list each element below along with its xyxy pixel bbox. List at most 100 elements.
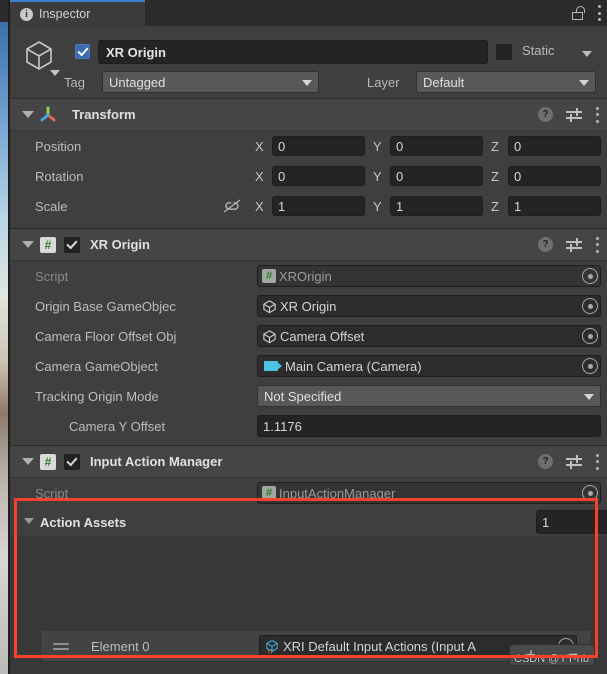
action-assets-size-input[interactable]: 1 bbox=[536, 510, 607, 534]
input-action-manager-header[interactable]: # Input Action Manager ? bbox=[10, 446, 607, 478]
gameobject-name-value: XR Origin bbox=[106, 44, 166, 60]
axis-y-label: Y bbox=[373, 138, 382, 154]
transform-row-rotation: Rotation X 0 Y 0 Z 0 bbox=[10, 161, 607, 191]
tag-label: Tag bbox=[64, 75, 85, 90]
rotation-x-input[interactable]: 0 bbox=[272, 166, 365, 186]
scale-y-value: 1 bbox=[396, 198, 404, 214]
xr-origin-row-script: Script # XROrigin bbox=[10, 261, 607, 291]
camera-icon bbox=[264, 361, 282, 371]
origin-base-value: XR Origin bbox=[280, 298, 337, 314]
foldout-triangle-icon[interactable] bbox=[24, 518, 34, 524]
input-action-manager-header-icons: ? bbox=[538, 446, 599, 477]
tracking-origin-mode-label: Tracking Origin Mode bbox=[35, 388, 159, 404]
camera-gameobject-label: Camera GameObject bbox=[35, 358, 158, 374]
origin-base-object-field[interactable]: XR Origin bbox=[257, 295, 601, 317]
script-label: Script bbox=[35, 268, 69, 284]
rotation-y-input[interactable]: 0 bbox=[390, 166, 483, 186]
tab-inspector-label: Inspector bbox=[39, 7, 91, 21]
preset-settings-icon[interactable] bbox=[566, 237, 582, 252]
camera-y-offset-input[interactable]: 1.1176 bbox=[257, 415, 601, 437]
info-icon: i bbox=[20, 7, 33, 21]
link-broken-icon[interactable] bbox=[223, 199, 241, 213]
camera-y-offset-label: Camera Y Offset bbox=[69, 418, 166, 434]
axis-z-label: Z bbox=[491, 138, 499, 154]
help-icon[interactable]: ? bbox=[538, 237, 553, 252]
tab-strip: i Inspector bbox=[10, 0, 607, 26]
kebab-menu-icon[interactable] bbox=[595, 106, 599, 123]
input-action-manager-component: # Input Action Manager ? Script # InputA… bbox=[10, 446, 607, 536]
layer-value: Default bbox=[423, 74, 465, 90]
rotation-label: Rotation bbox=[35, 168, 84, 184]
camera-gameobject-object-field[interactable]: Main Camera (Camera) bbox=[257, 355, 601, 377]
object-picker-icon[interactable] bbox=[582, 298, 598, 314]
position-x-input[interactable]: 0 bbox=[272, 136, 365, 156]
iam-script-value: InputActionManager bbox=[279, 485, 396, 501]
camera-floor-offset-value: Camera Offset bbox=[280, 328, 365, 344]
element-0-label: Element 0 bbox=[91, 638, 150, 654]
drag-handle-icon[interactable] bbox=[53, 642, 69, 650]
scale-z-input[interactable]: 1 bbox=[508, 196, 601, 216]
xr-origin-title: XR Origin bbox=[90, 237, 150, 252]
axis-x-label: X bbox=[255, 198, 264, 214]
inspector-window: i Inspector XR Origin Static Tag Untagge… bbox=[0, 0, 607, 674]
camera-floor-offset-object-field[interactable]: Camera Offset bbox=[257, 325, 601, 347]
object-picker-icon[interactable] bbox=[582, 358, 598, 374]
tag-dropdown[interactable]: Untagged bbox=[102, 71, 319, 93]
preset-settings-icon[interactable] bbox=[566, 454, 582, 469]
gameobject-enabled-checkbox[interactable] bbox=[75, 44, 90, 59]
tab-inspector[interactable]: i Inspector bbox=[10, 0, 145, 26]
scale-label: Scale bbox=[35, 198, 68, 214]
kebab-menu-icon[interactable] bbox=[597, 5, 601, 21]
layer-dropdown[interactable]: Default bbox=[416, 71, 596, 93]
axis-x-label: X bbox=[255, 138, 264, 154]
input-action-manager-enabled-checkbox[interactable] bbox=[64, 453, 80, 470]
axis-z-label: Z bbox=[491, 198, 499, 214]
kebab-menu-icon[interactable] bbox=[595, 236, 599, 253]
help-icon[interactable]: ? bbox=[538, 107, 553, 122]
position-y-value: 0 bbox=[396, 138, 404, 154]
camera-floor-offset-label: Camera Floor Offset Obj bbox=[35, 328, 177, 344]
gameobject-cube-icon bbox=[263, 329, 276, 343]
element-0-value: XRI Default Input Actions (Input A bbox=[283, 638, 476, 654]
unlocked-padlock-icon[interactable] bbox=[572, 6, 585, 20]
scale-y-input[interactable]: 1 bbox=[390, 196, 483, 216]
object-picker-icon[interactable] bbox=[582, 328, 598, 344]
chevron-down-icon[interactable] bbox=[50, 70, 60, 76]
static-dropdown-caret-icon[interactable] bbox=[582, 51, 592, 57]
foldout-triangle-icon[interactable] bbox=[22, 111, 34, 118]
scene-view-sliver bbox=[0, 22, 8, 674]
object-picker-icon[interactable] bbox=[582, 485, 598, 501]
transform-header[interactable]: Transform ? bbox=[10, 99, 607, 131]
tab-tools bbox=[572, 0, 601, 26]
script-asset-icon: # bbox=[262, 269, 276, 283]
xr-origin-enabled-checkbox[interactable] bbox=[64, 236, 80, 253]
xr-origin-header[interactable]: # XR Origin ? bbox=[10, 229, 607, 261]
input-actions-asset-icon: () bbox=[266, 639, 278, 654]
rotation-z-input[interactable]: 0 bbox=[508, 166, 601, 186]
tracking-origin-mode-dropdown[interactable]: Not Specified bbox=[257, 385, 601, 407]
xr-origin-header-icons: ? bbox=[538, 229, 599, 260]
object-picker-icon[interactable] bbox=[582, 268, 598, 284]
xr-origin-component: # XR Origin ? Script # XROrigin Origin B… bbox=[10, 229, 607, 446]
scale-z-value: 1 bbox=[514, 198, 522, 214]
iam-script-object-field[interactable]: # InputActionManager bbox=[257, 482, 601, 504]
position-z-input[interactable]: 0 bbox=[508, 136, 601, 156]
action-assets-label: Action Assets bbox=[40, 514, 127, 530]
foldout-triangle-icon[interactable] bbox=[22, 458, 34, 465]
position-x-value: 0 bbox=[278, 138, 286, 154]
position-y-input[interactable]: 0 bbox=[390, 136, 483, 156]
static-checkbox[interactable] bbox=[496, 44, 512, 60]
xr-origin-row-camera-floor-offset: Camera Floor Offset Obj Camera Offset bbox=[10, 321, 607, 351]
watermark: CSDN @YY-nb bbox=[514, 653, 589, 665]
kebab-menu-icon[interactable] bbox=[595, 453, 599, 470]
chevron-down-icon bbox=[302, 80, 312, 86]
camera-y-offset-value: 1.1176 bbox=[263, 418, 302, 434]
scale-x-input[interactable]: 1 bbox=[272, 196, 365, 216]
help-icon[interactable]: ? bbox=[538, 454, 553, 469]
gameobject-name-input[interactable]: XR Origin bbox=[98, 40, 488, 64]
foldout-triangle-icon[interactable] bbox=[22, 241, 34, 248]
preset-settings-icon[interactable] bbox=[566, 107, 582, 122]
xr-origin-row-camera-gameobject: Camera GameObject Main Camera (Camera) bbox=[10, 351, 607, 381]
script-icon: # bbox=[40, 453, 56, 470]
script-object-field[interactable]: # XROrigin bbox=[257, 265, 601, 287]
